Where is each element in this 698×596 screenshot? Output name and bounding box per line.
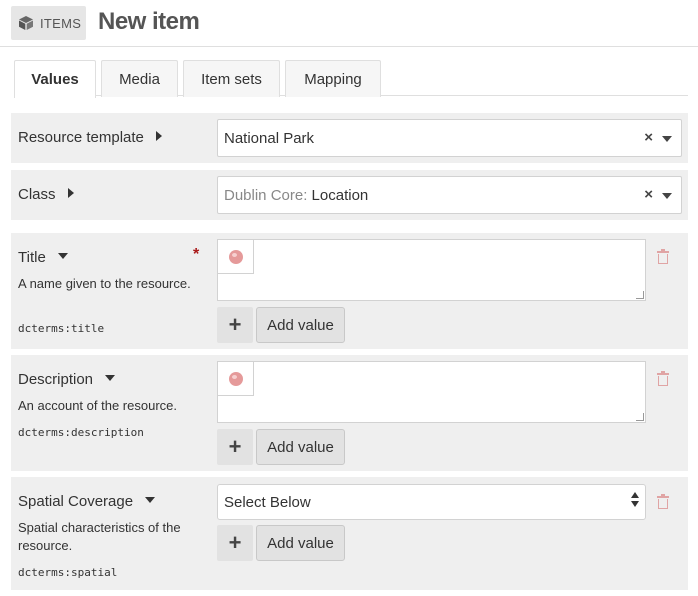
language-button[interactable]: [218, 362, 254, 396]
class-vocabulary: Dublin Core:: [224, 186, 308, 204]
property-title-description: A name given to the resource.: [18, 276, 191, 291]
clear-icon[interactable]: ×: [644, 186, 653, 203]
section-badge-items[interactable]: ITEMS: [11, 6, 86, 40]
property-spatial-coverage: Spatial Coverage Spatial characteristics…: [11, 477, 688, 590]
tab-mapping[interactable]: Mapping: [285, 60, 381, 97]
property-description-term: dcterms:description: [18, 426, 144, 439]
property-title-term: dcterms:title: [18, 322, 105, 335]
chevron-down-icon[interactable]: [662, 193, 672, 199]
add-value-button[interactable]: Add value: [256, 307, 345, 343]
page-header: ITEMS New item: [0, 0, 698, 47]
property-description-description: An account of the resource.: [18, 398, 177, 413]
property-spatial-coverage-label[interactable]: Spatial Coverage: [18, 493, 156, 510]
chevron-down-icon[interactable]: [662, 136, 672, 142]
resource-template-select[interactable]: National Park ×: [217, 119, 682, 157]
spatial-coverage-select-value: Select Below: [224, 493, 311, 511]
add-value-button[interactable]: Add value: [256, 525, 345, 561]
spatial-coverage-select[interactable]: Select Below: [217, 484, 646, 520]
updown-arrows-icon: [631, 492, 639, 507]
add-value-button[interactable]: Add value: [256, 429, 345, 465]
description-value-textarea[interactable]: [217, 361, 646, 423]
caret-down-icon: [105, 375, 116, 381]
title-value-textarea[interactable]: [217, 239, 646, 301]
section-tabs: Values Media Item sets Mapping: [14, 60, 688, 98]
caret-right-icon: [67, 188, 74, 198]
caret-down-icon: [145, 497, 156, 503]
add-value-plus-button[interactable]: +: [217, 429, 253, 465]
property-spatial-coverage-term: dcterms:spatial: [18, 566, 118, 579]
class-label[interactable]: Class: [18, 186, 74, 203]
property-spatial-coverage-label-text: Spatial Coverage: [18, 493, 134, 510]
property-description-label-text: Description: [18, 371, 94, 388]
property-title-label[interactable]: Title: [18, 249, 68, 266]
property-title: Title * A name given to the resource. dc…: [11, 233, 688, 349]
class-row: Class Dublin Core: Location ×: [11, 170, 688, 220]
caret-down-icon: [57, 253, 68, 259]
add-value-plus-button[interactable]: +: [217, 525, 253, 561]
section-label: ITEMS: [40, 15, 82, 31]
cube-icon: [19, 16, 33, 30]
required-marker: *: [193, 246, 200, 263]
class-select[interactable]: Dublin Core: Location ×: [217, 176, 682, 214]
trash-icon[interactable]: [657, 249, 669, 264]
resource-template-row: Resource template National Park ×: [11, 113, 688, 163]
resource-template-label[interactable]: Resource template: [18, 129, 162, 146]
clear-icon[interactable]: ×: [644, 129, 653, 146]
globe-icon: [228, 249, 243, 264]
trash-icon[interactable]: [657, 371, 669, 386]
property-spatial-coverage-description: Spatial characteristics of the resource.: [18, 520, 181, 553]
class-value: Location: [311, 186, 369, 204]
page-title: New item: [98, 8, 200, 35]
resource-template-label-text: Resource template: [18, 129, 144, 146]
add-value-plus-button[interactable]: +: [217, 307, 253, 343]
property-description: Description An account of the resource. …: [11, 355, 688, 471]
globe-icon: [228, 371, 243, 386]
class-label-text: Class: [18, 186, 56, 203]
resize-handle[interactable]: [636, 413, 644, 421]
tab-values[interactable]: Values: [14, 60, 96, 98]
property-description-label[interactable]: Description: [18, 371, 116, 388]
tab-media[interactable]: Media: [101, 60, 178, 97]
caret-right-icon: [155, 131, 162, 141]
language-button[interactable]: [218, 240, 254, 274]
resize-handle[interactable]: [636, 291, 644, 299]
property-title-label-text: Title: [18, 249, 46, 266]
trash-icon[interactable]: [657, 494, 669, 509]
tab-item-sets[interactable]: Item sets: [183, 60, 280, 97]
resource-template-value: National Park: [224, 129, 315, 147]
